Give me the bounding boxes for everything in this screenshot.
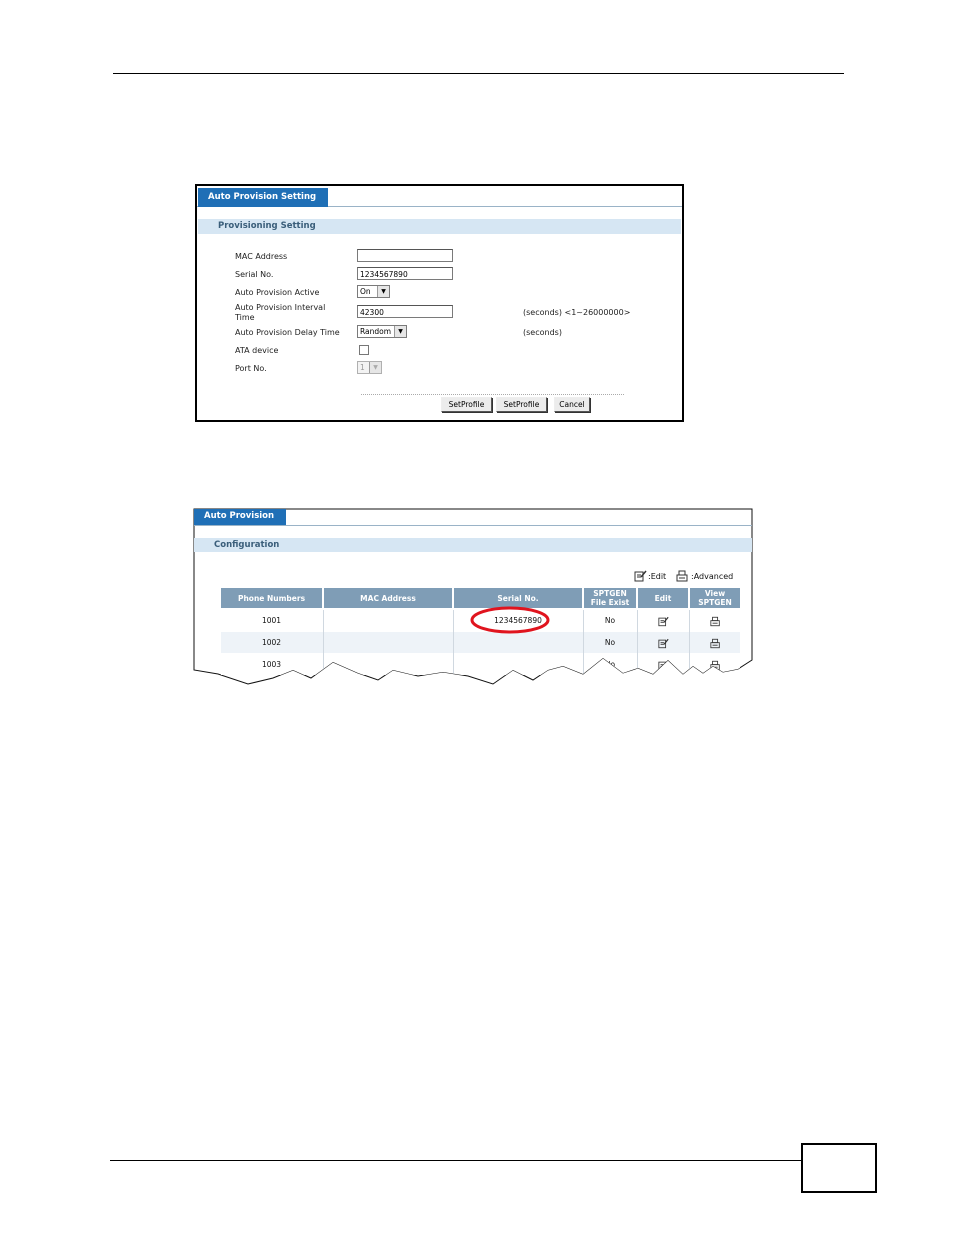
- col-header-view-line1: View: [704, 589, 726, 598]
- delay-time-label: Auto Provision Delay Time: [235, 328, 340, 337]
- footer-rule: [110, 1160, 802, 1161]
- edit-icon: [634, 570, 647, 582]
- tab-auto-provision[interactable]: Auto Provision: [194, 508, 286, 525]
- delay-time-value: Random: [360, 327, 392, 336]
- col-header-sptgen-exist: SPTGEN File Exist: [584, 588, 636, 608]
- interval-time-input[interactable]: 42300: [357, 305, 453, 318]
- section-provisioning-setting: Provisioning Setting: [198, 219, 681, 234]
- cell-file-exist: No: [604, 616, 616, 625]
- col-header-mac: MAC Address: [324, 588, 452, 608]
- ata-device-checkbox[interactable]: [359, 345, 369, 355]
- col-header-view-sptgen: View SPTGEN: [690, 588, 740, 608]
- cell-phone: 1001: [261, 616, 282, 625]
- col-header-sptgen-line1: SPTGEN: [593, 589, 627, 598]
- col-header-view-line2: SPTGEN: [698, 598, 732, 607]
- row-edit-button[interactable]: [638, 632, 688, 653]
- page-number-box: [801, 1143, 877, 1193]
- cell-mac: [324, 610, 452, 631]
- cell-file-exist: No: [604, 638, 616, 647]
- cell-phone: 1002: [261, 638, 282, 647]
- header-rule: [113, 73, 844, 74]
- setprofile-button-2[interactable]: SetProfile: [496, 397, 547, 412]
- cell-serial: [454, 632, 582, 653]
- mac-address-input[interactable]: [357, 249, 453, 262]
- auto-provision-active-label: Auto Provision Active: [235, 288, 320, 297]
- row-edit-button[interactable]: [638, 610, 688, 631]
- advanced-icon: [710, 638, 721, 649]
- legend-edit-label: :Edit: [648, 572, 667, 581]
- row-view-sptgen-button[interactable]: [690, 632, 740, 653]
- chevron-down-icon: ▼: [369, 362, 381, 373]
- port-no-select[interactable]: 1 ▼: [357, 361, 382, 374]
- row-view-sptgen-button[interactable]: [690, 610, 740, 631]
- section-configuration: Configuration: [194, 538, 752, 552]
- cell-phone: 1003: [261, 660, 282, 669]
- chevron-down-icon: ▼: [394, 326, 406, 337]
- advanced-icon: [710, 616, 721, 627]
- auto-provision-active-select[interactable]: On ▼: [357, 285, 390, 298]
- auto-provision-active-value: On: [360, 287, 371, 296]
- serial-no-input[interactable]: 1234567890: [357, 267, 453, 280]
- legend-advanced-label: :Advanced: [691, 572, 734, 581]
- cell-mac: [324, 632, 452, 653]
- tab-auto-provision-setting[interactable]: Auto Provision Setting: [198, 188, 328, 207]
- setprofile-button-1[interactable]: SetProfile: [441, 397, 492, 412]
- mac-address-label: MAC Address: [235, 252, 288, 261]
- tab-bar: Auto Provision: [194, 508, 752, 526]
- delay-hint: (seconds): [523, 328, 562, 337]
- edit-icon: [658, 638, 669, 649]
- col-header-phone: Phone Numbers: [221, 588, 322, 608]
- auto-provision-setting-screenshot: Auto Provision Setting Provisioning Sett…: [195, 184, 684, 422]
- port-no-value: 1: [360, 363, 365, 372]
- port-no-label: Port No.: [235, 364, 267, 373]
- divider: [361, 394, 624, 395]
- advanced-icon: [676, 570, 689, 582]
- chevron-down-icon: ▼: [377, 286, 389, 297]
- interval-label-line1: Auto Provision Interval: [235, 303, 326, 312]
- interval-label-line2: Time: [235, 313, 255, 322]
- auto-provision-config-screenshot: Auto Provision Configuration :Edit :Adva…: [193, 508, 753, 688]
- edit-icon: [658, 616, 669, 627]
- ata-device-label: ATA device: [235, 346, 279, 355]
- col-header-sptgen-line2: File Exist: [590, 598, 630, 607]
- cancel-button[interactable]: Cancel: [554, 397, 590, 412]
- delay-time-select[interactable]: Random ▼: [357, 325, 407, 338]
- highlight-ellipse: [468, 605, 552, 635]
- col-header-edit: Edit: [638, 588, 688, 608]
- serial-no-label: Serial No.: [235, 270, 274, 279]
- tab-bar: Auto Provision Setting: [197, 186, 682, 207]
- interval-hint: (seconds) <1~26000000>: [523, 308, 631, 317]
